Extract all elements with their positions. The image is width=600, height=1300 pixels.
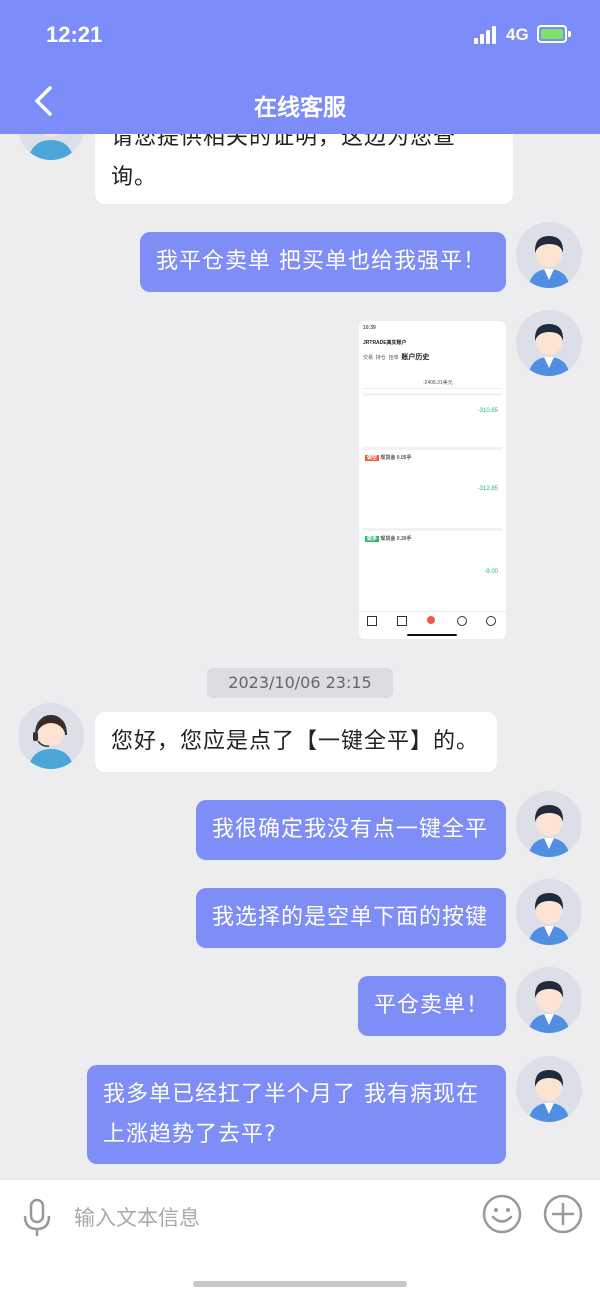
user-avatar [516,791,582,857]
shot-time: 10:39 [363,325,376,331]
user-avatar [516,222,582,288]
shot-tabs: 交易 持仓 挂单 账户历史 [363,354,430,361]
user-message: 我选择的是空单下面的按键 [196,888,506,948]
user-message: 我平仓卖单 把买单也给我强平！ [140,232,506,292]
agent-message: 您好，您应是点了【一键全平】的。 [95,712,497,772]
signal-icon [474,26,500,44]
page-title: 在线客服 [254,95,346,121]
input-bar: 输入文本信息 [0,1179,600,1300]
shot-order-card: -310.65 [363,393,502,442]
shot-account: JRTRADE真实账户 [363,340,407,346]
network-type: 4G [506,25,529,44]
user-avatar [516,879,582,945]
image-message[interactable]: 10:39 JRTRADE真实账户 交易 持仓 挂单 账户历史 -2408.31… [359,321,506,639]
microphone-icon[interactable] [20,1198,54,1238]
shot-summary: -2408.31美元 [363,379,502,389]
nav-bar: 在线客服 [0,70,600,134]
shot-tab-bar [359,611,506,639]
message-timestamp: 2023/10/06 23:15 [207,668,393,698]
agent-avatar [18,134,84,160]
emoji-icon[interactable] [482,1194,522,1234]
user-message: 我很确定我没有点一键全平 [196,800,506,860]
message-input[interactable]: 输入文本信息 [74,1202,200,1232]
agent-message: 请您提供相关的证明，这边为您查 询。 [95,134,513,204]
home-indicator [193,1281,407,1287]
agent-avatar [18,703,84,769]
shot-order-card: 做空 现货金 0.05手 -312.85 [363,447,502,520]
user-avatar [516,1056,582,1122]
status-bar: 12:21 4G [0,0,600,70]
shot-order-card: 做多 现货金 0.30手 -9.00 [363,528,502,605]
chat-list[interactable]: 请您提供相关的证明，这边为您查 询。 我平仓卖单 把买单也给我强平！ 10:39… [0,134,600,1179]
user-avatar [516,310,582,376]
battery-icon [537,25,571,43]
user-message: 平仓卖单！ [358,976,506,1036]
add-icon[interactable] [543,1194,583,1234]
user-message: 我多单已经扛了半个月了 我有病现在 上涨趋势了去平? [87,1065,506,1164]
status-time: 12:21 [46,22,103,47]
user-avatar [516,967,582,1033]
